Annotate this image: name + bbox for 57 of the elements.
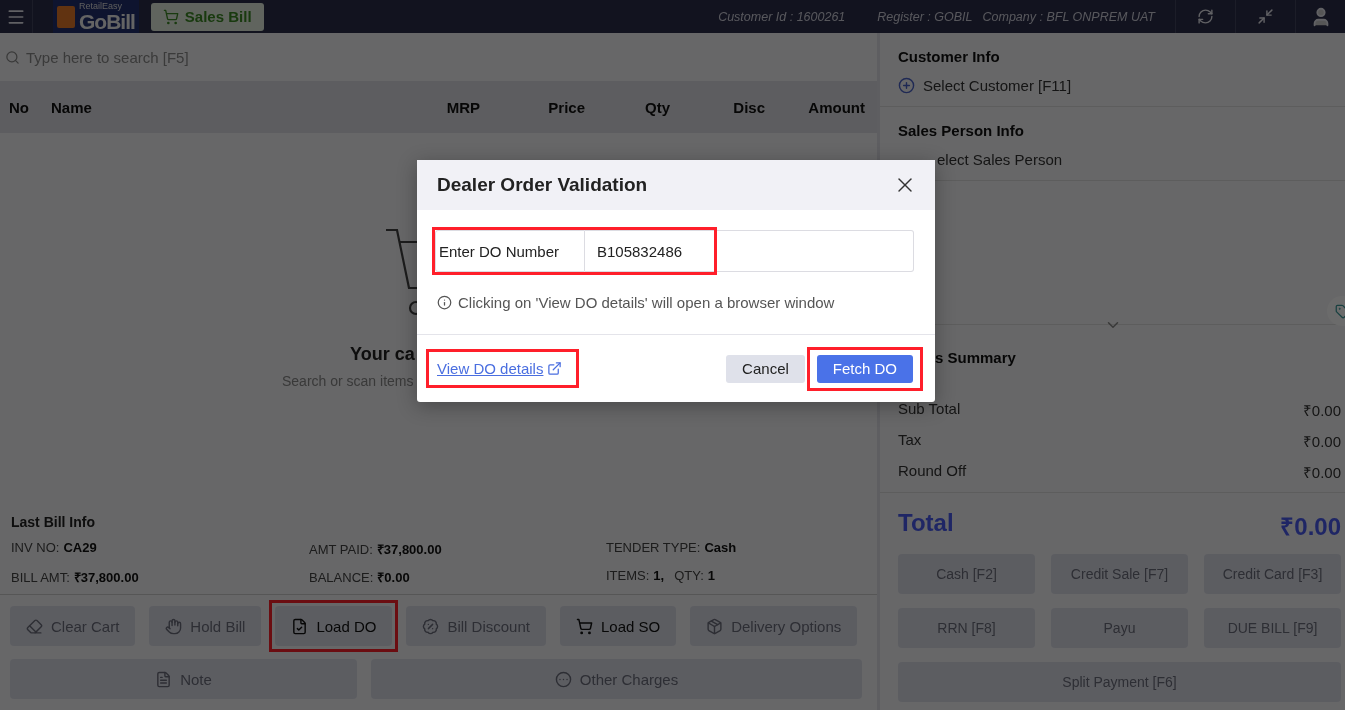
ellipsis-icon <box>554 670 572 688</box>
search-icon <box>5 49 20 65</box>
summary-label: Sub Total <box>898 400 961 419</box>
bill-info-field: TENDER TYPE: Cash <box>606 540 737 558</box>
summary-value: ₹0.00 <box>1302 401 1341 420</box>
document-icon <box>155 670 173 688</box>
column-header: Amount <box>808 98 866 116</box>
header-info: Company : BFL ONPREM UAT <box>982 9 1155 24</box>
bill-info-field: BALANCE: ₹0.00 <box>309 568 410 586</box>
cart-icon <box>575 617 593 635</box>
dialog-title: Dealer Order Validation <box>437 174 648 196</box>
logo: RetailEasy GoBill <box>53 0 139 33</box>
column-header: No <box>9 98 29 116</box>
tab[interactable]: Sales Bill <box>150 2 264 31</box>
percent-badge-icon <box>422 617 440 635</box>
bill-info-field: QTY: 1 <box>674 568 716 586</box>
column-header: Qty <box>645 98 671 116</box>
minimize-icon[interactable] <box>1257 8 1274 25</box>
file-check-icon <box>291 617 309 635</box>
summary-label: Tax <box>898 431 922 450</box>
action-button[interactable]: Load DO <box>275 606 393 646</box>
column-header: Name <box>51 98 92 116</box>
summary-value: ₹0.00 <box>1302 432 1341 451</box>
total-label: Total <box>898 509 954 538</box>
field-label: Enter DO Number <box>435 230 585 272</box>
column-header: Disc <box>733 98 766 116</box>
view-do-details-link[interactable]: View DO details <box>437 360 563 377</box>
do-number-field[interactable]: B105832486 <box>585 230 914 272</box>
header-info: Customer Id : 1600261 <box>718 9 846 24</box>
section-title: s Summary <box>935 349 1017 366</box>
cancel-button[interactable]: Cancel <box>726 354 805 383</box>
refresh-icon[interactable] <box>1197 8 1214 25</box>
bill-info-field: BILL AMT: ₹37,800.00 <box>11 568 139 586</box>
total-value: ₹0.00 <box>1280 512 1341 542</box>
external-link-icon[interactable] <box>547 361 563 376</box>
column-header: MRP <box>446 98 481 116</box>
empty-cart-title: Your ca <box>350 344 415 365</box>
header-info: Register : GOBIL <box>877 9 973 24</box>
plus-icon[interactable] <box>898 77 915 94</box>
summary-label: Round Off <box>898 462 967 481</box>
section-title: Last Bill Info <box>11 514 96 530</box>
bill-info-field: AMT PAID: ₹37,800.00 <box>309 540 442 558</box>
summary-value: ₹0.00 <box>1302 463 1341 482</box>
bill-info-field: INV NO: CA29 <box>11 540 97 558</box>
fetch-button[interactable]: Fetch DO <box>816 354 913 383</box>
info-note: Clicking on 'View DO details' will open a browser window <box>458 294 835 311</box>
package-icon <box>706 617 724 635</box>
info-icon <box>437 295 452 310</box>
select-customer-link[interactable]: Select Customer [F11] <box>923 77 1072 94</box>
cart-icon <box>162 8 179 25</box>
section-title: Customer Info <box>898 48 1001 65</box>
hand-icon <box>165 617 183 635</box>
action-button[interactable]: Load SO <box>559 606 677 646</box>
column-header: Price <box>548 98 586 116</box>
bill-info-field: ITEMS: 1, <box>606 568 665 586</box>
eraser-icon <box>26 617 43 635</box>
section-title: Sales Person Info <box>898 122 1025 139</box>
